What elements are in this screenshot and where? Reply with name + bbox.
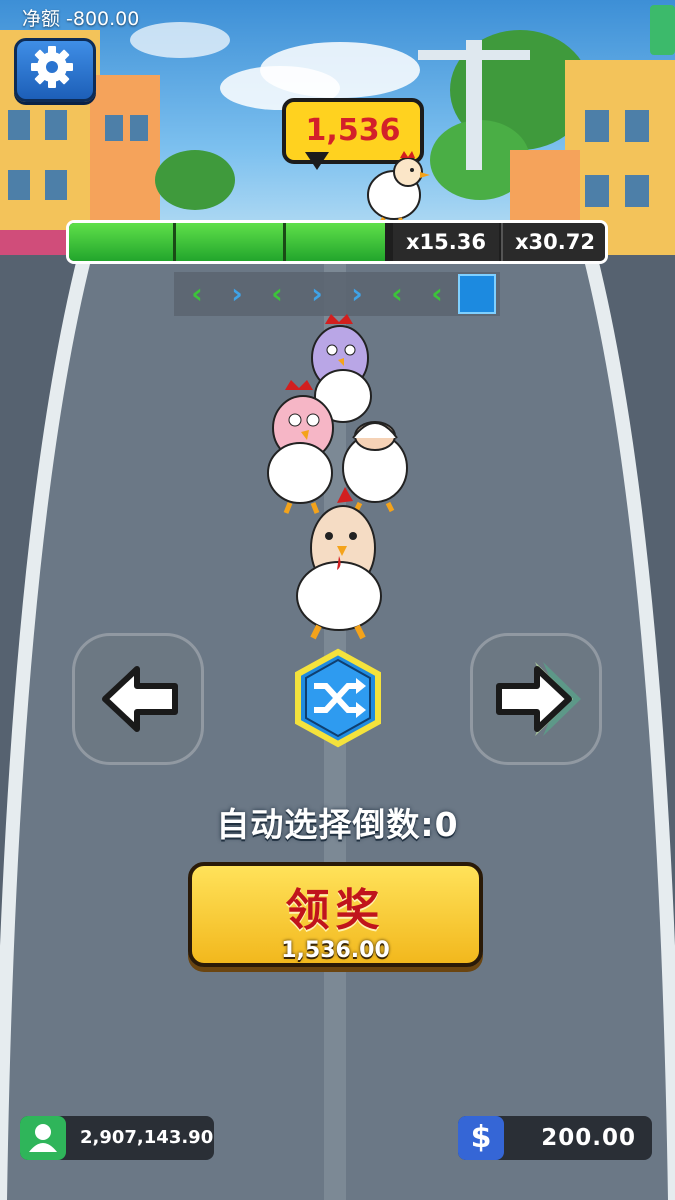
bet-box[interactable]: $ 200.00 (458, 1116, 652, 1160)
win-bubble-tail (305, 152, 329, 170)
current-step-marker (458, 274, 496, 314)
progress-bar: x15.36 x30.72 (66, 220, 608, 264)
auto-select-countdown: 自动选择倒数:0 (216, 805, 459, 844)
balance-value: 2,907,143.90 (80, 1127, 214, 1148)
right-arrow-icon (496, 662, 581, 736)
net-value: -800.00 (66, 8, 140, 30)
claim-label: 领奖 (285, 885, 386, 936)
user-icon (20, 1116, 66, 1160)
net-label: 净额 (22, 8, 61, 30)
bet-value: 200.00 (541, 1125, 636, 1151)
settings-button[interactable] (14, 38, 96, 102)
right-arrow-button[interactable] (470, 633, 602, 765)
dollar-icon: $ (458, 1116, 504, 1160)
net-amount: 净额 -800.00 (22, 4, 145, 31)
balance-box: 2,907,143.90 (20, 1116, 214, 1160)
multiplier-next: x15.36 (393, 223, 499, 261)
chicken-flock (267, 314, 408, 640)
left-arrow-icon (102, 666, 178, 732)
left-arrow-button[interactable] (72, 633, 204, 765)
left-step-icon: ‹ (191, 277, 203, 310)
multiplier-after: x30.72 (501, 223, 605, 261)
progress-divider (283, 223, 286, 261)
win-bubble-value: 1,536 (305, 113, 401, 148)
claim-button[interactable]: 领奖 1,536.00 (188, 862, 483, 967)
runner-chicken (367, 151, 430, 225)
shuffle-button[interactable] (290, 648, 386, 748)
claim-amount: 1,536.00 (281, 938, 390, 963)
progress-divider (173, 223, 176, 261)
gear-icon (31, 46, 73, 88)
progress-fill (69, 223, 386, 261)
shuffle-icon (295, 648, 381, 748)
right-step-icon: › (231, 277, 243, 310)
